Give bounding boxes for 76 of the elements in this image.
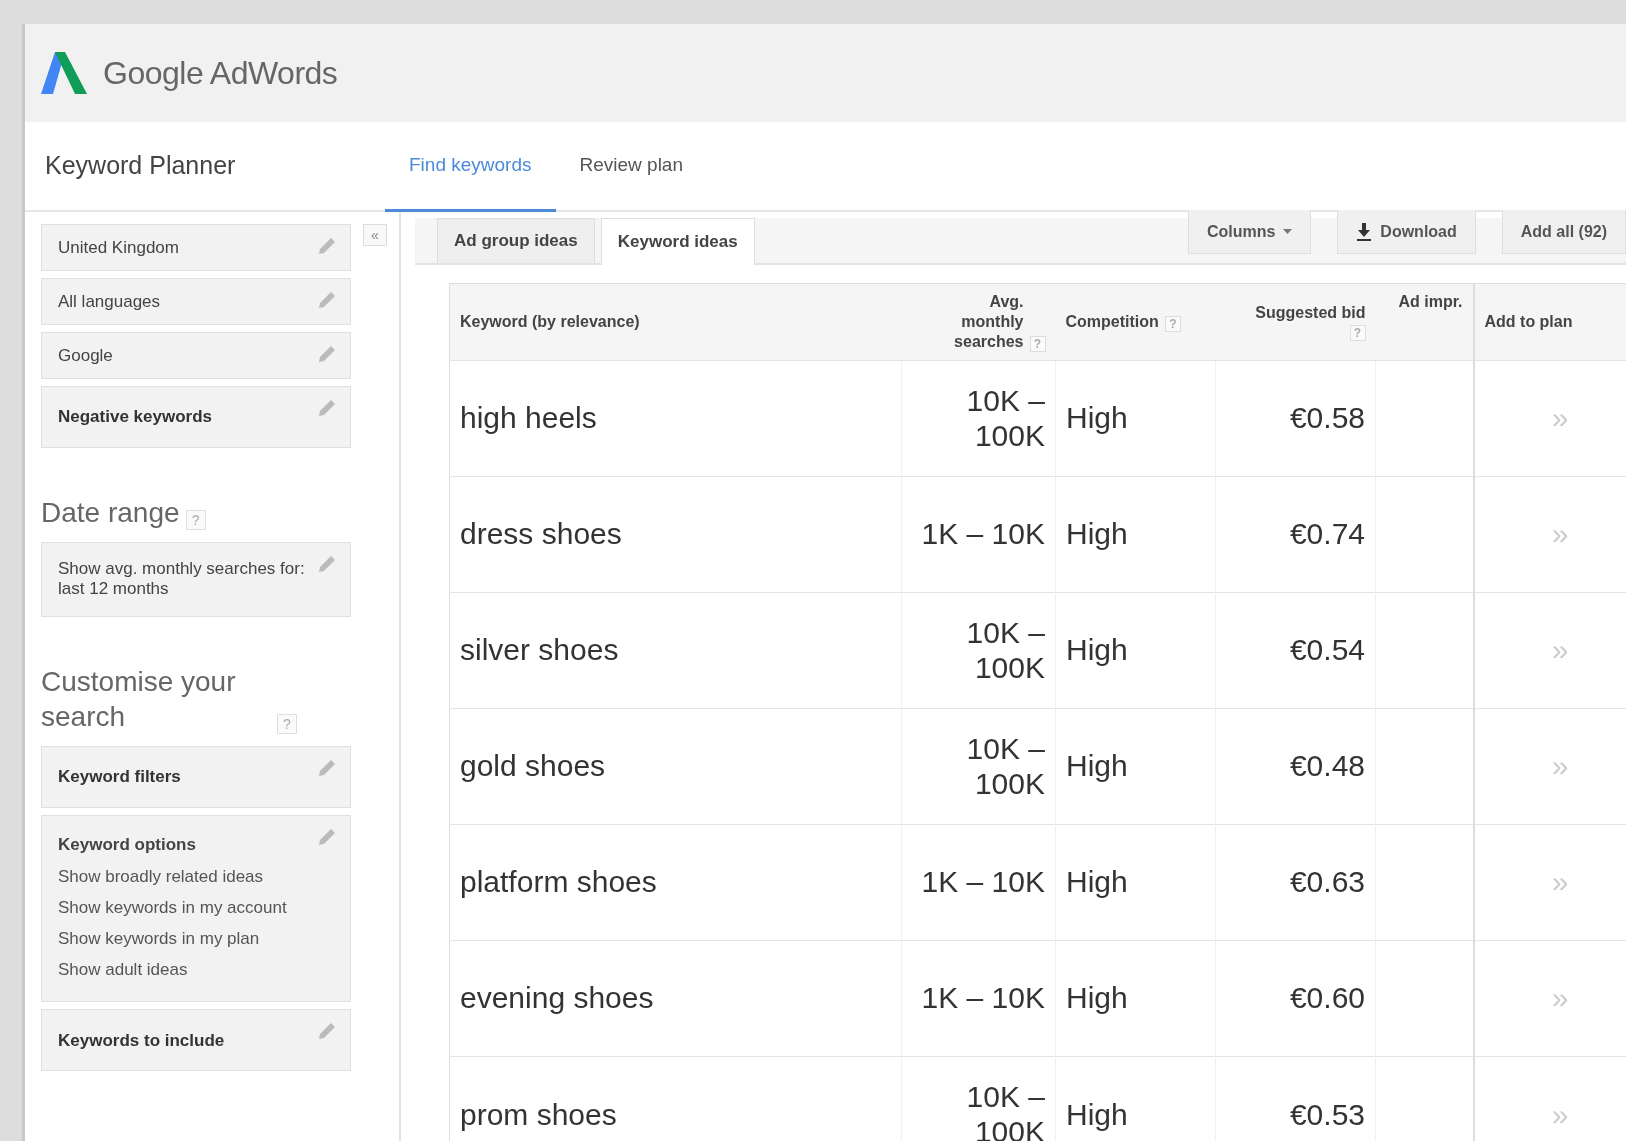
date-range-text: Show avg. monthly searches for: last 12 months [58, 559, 306, 600]
logo-icon [41, 50, 87, 96]
table-cell: platform shoes [460, 865, 657, 899]
pencil-icon[interactable] [318, 237, 336, 255]
tab[interactable]: Review plan [555, 122, 707, 212]
app-title: Google AdWords [103, 54, 338, 93]
page-title: Keyword Planner [44, 150, 237, 182]
table-cell: 10K – 100K [966, 732, 1045, 800]
column-label: Competition [1065, 312, 1159, 332]
table-cell: High [1066, 865, 1128, 899]
option-card[interactable]: Keywords to include [41, 1009, 351, 1072]
sub-tab[interactable]: Ad group ideas [437, 218, 595, 263]
table-cell: 10K – 100K [966, 384, 1045, 452]
table-cell: High [1066, 517, 1128, 551]
section-heading: Customise your search [41, 664, 237, 734]
table-cell: 10K – 100K [966, 616, 1045, 684]
option-title: Keywords to include [58, 1029, 225, 1052]
table-cell: dress shoes [460, 517, 622, 551]
table-cell: €0.60 [1289, 981, 1365, 1015]
pencil-icon[interactable] [318, 345, 336, 363]
pencil-icon[interactable] [318, 399, 336, 417]
table-cell: High [1066, 633, 1128, 667]
filter-label: United Kingdom [58, 236, 179, 259]
pencil-icon[interactable] [318, 758, 336, 777]
pencil-icon[interactable] [318, 1022, 336, 1041]
table-cell: 1K – 10K [921, 981, 1045, 1015]
option-card[interactable]: Keyword options Show broadly related ideas Show keywords in my account Show keywords in my plan Show adult ideas [41, 814, 351, 1003]
option-line: Show adult ideas [58, 959, 189, 982]
table-cell: evening shoes [460, 981, 654, 1015]
collapse-button[interactable]: « [363, 224, 387, 246]
table-cell: High [1066, 1097, 1128, 1131]
sub-tab[interactable]: Keyword ideas [600, 218, 755, 265]
table-cell: €0.58 [1289, 401, 1365, 435]
toolbar-button[interactable]: Download [1337, 210, 1476, 254]
date-range-card[interactable]: Show avg. monthly searches for: last 12 months [41, 542, 351, 617]
table-cell: prom shoes [460, 1097, 617, 1131]
option-line: Show broadly related ideas [58, 866, 265, 889]
option-title: Keyword options [58, 833, 196, 856]
table-cell: €0.63 [1289, 865, 1365, 899]
table-cell: 1K – 10K [921, 517, 1045, 551]
toolbar-button[interactable]: Columns [1187, 210, 1312, 254]
column-label: Keyword (by relevance) [460, 312, 640, 332]
column-label: Add to plan [1484, 312, 1573, 332]
pencil-icon[interactable] [318, 555, 336, 573]
filter-label: Negative keywords [58, 406, 212, 429]
download-icon [1356, 222, 1373, 241]
option-card[interactable]: Keyword filters [41, 745, 351, 808]
column-label: Avg. monthly searches [953, 292, 1024, 352]
table-cell: €0.48 [1289, 749, 1365, 783]
option-line: Show keywords in my plan [58, 928, 261, 951]
pencil-icon[interactable] [318, 827, 336, 846]
table-cell: High [1066, 401, 1128, 435]
table-cell: €0.54 [1289, 633, 1365, 667]
filter-card[interactable]: Negative keywords [41, 386, 351, 448]
option-title: Keyword filters [58, 766, 181, 789]
table-cell: High [1066, 749, 1128, 783]
column-label: Suggested bid [1255, 303, 1366, 323]
column-label: Ad impr. [1398, 292, 1463, 312]
filter-card[interactable]: Google [41, 332, 351, 379]
table-cell: €0.53 [1289, 1097, 1365, 1131]
tab[interactable]: Find keywords [385, 122, 556, 212]
table-cell: 1K – 10K [921, 865, 1045, 899]
table-cell: High [1066, 981, 1128, 1015]
table-cell: silver shoes [460, 633, 619, 667]
table-cell: gold shoes [460, 749, 606, 783]
caret-icon [1283, 229, 1293, 234]
option-line: Show keywords in my account [58, 897, 288, 920]
section-heading: Date range [41, 496, 180, 530]
pencil-icon[interactable] [318, 291, 336, 309]
filter-label: Google [58, 344, 113, 367]
table-cell: €0.74 [1289, 517, 1365, 551]
toolbar-button[interactable]: Add all (92) [1501, 210, 1626, 254]
filter-card[interactable]: United Kingdom [41, 224, 351, 271]
filter-card[interactable]: All languages [41, 278, 351, 325]
filter-label: All languages [58, 290, 161, 313]
table-cell: high heels [460, 401, 597, 435]
